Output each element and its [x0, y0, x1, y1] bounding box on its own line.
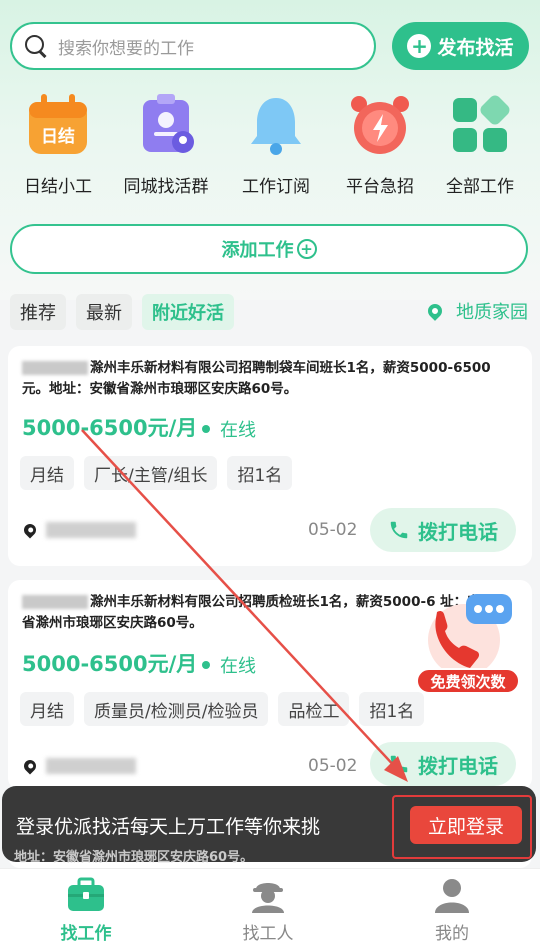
job-tag: 质量员/检测员/检验员 — [84, 692, 269, 726]
online-dot-icon — [202, 661, 210, 669]
id-badge-icon — [133, 92, 199, 158]
blurred-address — [46, 522, 136, 538]
phone-chat-icon — [428, 594, 512, 676]
category-label: 工作订阅 — [242, 177, 310, 197]
bottom-navigation: 找工作 找工人 我的 — [0, 868, 540, 950]
calendar-icon: 日结 — [25, 92, 91, 158]
plus-circle-icon: + — [296, 239, 317, 259]
job-tag: 厂长/主管/组长 — [84, 456, 218, 490]
call-button[interactable]: 拨打电话 — [370, 742, 516, 786]
blurred-name — [22, 361, 88, 375]
nav-label: 找工人 — [242, 924, 294, 944]
alarm-clock-icon — [347, 92, 413, 158]
promo-label: 免费领次数 — [416, 668, 520, 694]
tab-nearby[interactable]: 附近好活 — [142, 294, 234, 330]
grid-icon — [447, 92, 513, 158]
location-pin-icon — [21, 521, 39, 539]
job-salary: 5000-6500元/月 — [22, 416, 198, 440]
job-tag: 月结 — [20, 456, 74, 490]
blurred-name — [22, 595, 88, 609]
category-subscription[interactable]: 工作订阅 — [222, 92, 330, 197]
job-tag: 月结 — [20, 692, 74, 726]
publish-job-button[interactable]: + 发布找活 — [392, 22, 529, 70]
blurred-address — [46, 758, 136, 774]
nav-label: 找工作 — [60, 924, 112, 944]
bell-icon — [243, 92, 309, 158]
add-work-label: 添加工作 — [221, 240, 294, 261]
tab-latest[interactable]: 最新 — [76, 294, 132, 330]
category-daily-work[interactable]: 日结 日结小工 — [4, 92, 112, 197]
job-tags: 月结 质量员/检测员/检验员 品检工 招1名 — [20, 692, 434, 726]
location-pin-icon — [425, 301, 445, 321]
online-status: 在线 — [202, 652, 256, 678]
location-pin-icon — [21, 757, 39, 775]
nav-find-worker[interactable]: 找工人 — [208, 877, 328, 944]
partial-job-address: 地址：安徽省滁州市琅琊区安庆路60号。 — [14, 850, 254, 865]
category-urgent[interactable]: 平台急招 — [326, 92, 434, 197]
job-tags: 月结 厂长/主管/组长 招1名 — [20, 456, 302, 490]
category-all-jobs[interactable]: 全部工作 — [426, 92, 534, 197]
job-tag: 招1名 — [227, 456, 293, 490]
search-icon — [24, 34, 48, 58]
category-menu: 日结 日结小工 同城找活群 工作订阅 平台急招 全部工作 — [0, 92, 540, 202]
worker-icon — [252, 883, 284, 913]
nav-profile[interactable]: 我的 — [392, 877, 512, 944]
call-button[interactable]: 拨打电话 — [370, 508, 516, 552]
online-status: 在线 — [202, 416, 256, 442]
category-label: 日结小工 — [24, 177, 92, 197]
job-filter-tabs: 推荐 最新 附近好活 — [10, 294, 244, 330]
highlight-box — [392, 795, 532, 859]
free-calls-promo[interactable]: 免费领次数 — [414, 588, 524, 698]
plus-icon: + — [407, 34, 432, 58]
publish-job-label: 发布找活 — [437, 36, 514, 59]
tab-recommended[interactable]: 推荐 — [10, 294, 66, 330]
category-label: 同城找活群 — [123, 177, 209, 197]
toast-message: 登录优派找活每天上万工作等你来挑 — [16, 816, 321, 838]
search-input-placeholder[interactable]: 搜索你想要的工作 — [58, 34, 194, 59]
category-label: 全部工作 — [446, 177, 514, 197]
nav-find-job[interactable]: 找工作 — [26, 877, 146, 944]
online-dot-icon — [202, 425, 210, 433]
location-label: 地质家园 — [456, 302, 528, 323]
job-salary: 5000-6500元/月 — [22, 652, 198, 676]
job-card[interactable]: 滁州丰乐新材料有限公司招聘制袋车间班长1名，薪资5000-6500元。地址：安徽… — [8, 346, 532, 566]
add-work-button[interactable]: 添加工作 + — [10, 224, 528, 274]
category-city-groups[interactable]: 同城找活群 — [112, 92, 220, 197]
job-date: 05-02 — [308, 520, 358, 540]
job-date: 05-02 — [308, 756, 358, 776]
category-label: 平台急招 — [346, 177, 414, 197]
phone-icon — [390, 755, 408, 773]
job-description: 滁州丰乐新材料有限公司招聘制袋车间班长1名，薪资5000-6500元。地址：安徽… — [22, 360, 491, 397]
briefcase-icon — [68, 877, 104, 911]
phone-icon — [390, 521, 408, 539]
svg-text:日结: 日结 — [41, 126, 75, 147]
job-tag: 品检工 — [278, 692, 350, 726]
profile-icon — [435, 879, 469, 913]
nav-label: 我的 — [435, 924, 469, 944]
location-selector[interactable]: 地质家园 — [425, 298, 528, 324]
search-bar[interactable]: 搜索你想要的工作 — [10, 22, 376, 70]
